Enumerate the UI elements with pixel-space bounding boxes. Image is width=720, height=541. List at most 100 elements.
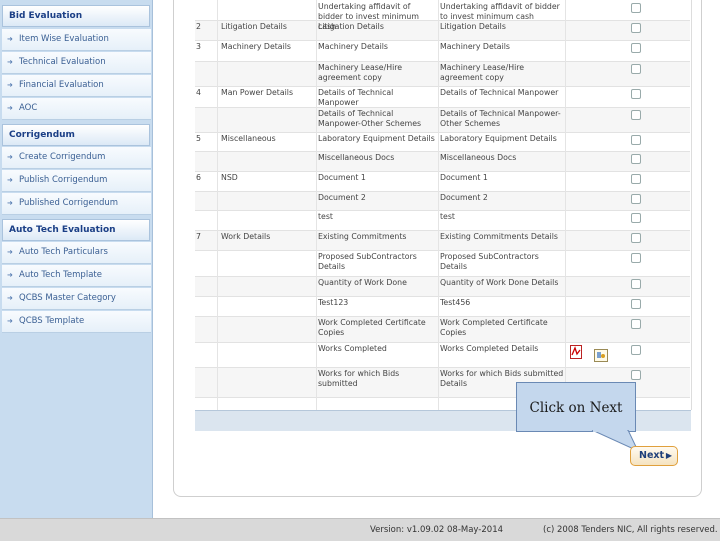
menu-label: Create Corrigendum	[19, 152, 106, 162]
row-checkbox[interactable]	[631, 64, 641, 74]
cell-document: Work Completed Certificate Copies	[318, 318, 426, 337]
documents-table: Works for which Bids submitted Works for …	[195, 0, 692, 410]
menu-label: Published Corrigendum	[19, 198, 119, 208]
column-separator	[565, 0, 566, 410]
cell-document: Machinery Details	[318, 42, 388, 51]
table-row: Work Completed Certificate Copies Work Co…	[195, 316, 690, 343]
cell-details: Miscellaneous Docs	[440, 153, 517, 162]
cell-document: Test123	[318, 298, 349, 307]
cell-category: NSD	[221, 173, 238, 182]
arrow-right-icon: ➜	[7, 81, 13, 89]
cell-document: Proposed SubContractors Details	[318, 252, 417, 271]
menu-label: Financial Evaluation	[19, 80, 104, 90]
menu-label: Auto Tech Template	[19, 270, 102, 280]
row-checkbox[interactable]	[631, 110, 641, 120]
arrow-right-icon: ➜	[7, 176, 13, 184]
cell-document: Quantity of Work Done	[318, 278, 407, 287]
menu-publish-corrigendum[interactable]: ➜ Publish Corrigendum	[2, 170, 151, 192]
menu-label: Publish Corrigendum	[19, 175, 108, 185]
arrow-right-icon: ➜	[7, 104, 13, 112]
section-corrigendum[interactable]: Corrigendum	[2, 124, 150, 146]
row-checkbox[interactable]	[631, 154, 641, 164]
menu-create-corrigendum[interactable]: ➜ Create Corrigendum	[2, 147, 151, 169]
column-separator	[438, 0, 439, 410]
table-row: Proposed SubContractors Details Proposed …	[195, 250, 690, 277]
cell-details: Proposed SubContractors Details	[440, 252, 539, 271]
cell-details: Laboratory Equipment Details	[440, 134, 557, 143]
menu-financial-evaluation[interactable]: ➜ Financial Evaluation	[2, 75, 151, 97]
row-checkbox[interactable]	[631, 194, 641, 204]
table-row: test test	[195, 210, 690, 231]
arrow-right-icon: ➜	[7, 294, 13, 302]
row-checkbox[interactable]	[631, 233, 641, 243]
arrow-right-icon: ➜	[7, 199, 13, 207]
pdf-icon[interactable]	[570, 345, 582, 359]
table-row: Details of Technical Manpower-Other Sche…	[195, 107, 690, 133]
cell-sn: 3	[196, 42, 201, 51]
menu-label: Technical Evaluation	[19, 57, 106, 67]
row-checkbox[interactable]	[631, 174, 641, 184]
cell-document: Undertaking affidavit of bidder to inves…	[318, 2, 419, 31]
cell-category: Machinery Details	[221, 42, 291, 51]
cell-details: Work Completed Certificate Copies	[440, 318, 548, 337]
table-row: 5 Miscellaneous Laboratory Equipment Detai…	[195, 132, 690, 152]
table-row: Miscellaneous Docs Miscellaneous Docs	[195, 151, 690, 172]
next-button[interactable]: Next ▶	[630, 446, 678, 466]
menu-aoc[interactable]: ➜ AOC	[2, 98, 151, 120]
cell-document: Document 2	[318, 193, 366, 202]
attachment-icon[interactable]	[594, 349, 608, 362]
cell-details: Details of Technical Manpower-Other Sche…	[440, 109, 561, 128]
cell-document: Miscellaneous Docs	[318, 153, 395, 162]
arrow-right-icon: ➜	[7, 248, 13, 256]
row-checkbox[interactable]	[631, 43, 641, 53]
row-checkbox[interactable]	[631, 135, 641, 145]
table-row: 6 NSD Document 1 Document 1	[195, 171, 690, 192]
cell-details: Test456	[440, 298, 471, 307]
arrow-right-icon: ➜	[7, 153, 13, 161]
cell-sn: 5	[196, 134, 201, 143]
click-next-callout: Click on Next	[516, 382, 636, 432]
menu-qcbs-master-category[interactable]: ➜ QCBS Master Category	[2, 288, 151, 310]
row-checkbox[interactable]	[631, 299, 641, 309]
section-auto-tech-evaluation[interactable]: Auto Tech Evaluation	[2, 219, 150, 241]
cell-details: Undertaking affidavit of bidder to inves…	[440, 2, 560, 21]
menu-published-corrigendum[interactable]: ➜ Published Corrigendum	[2, 193, 151, 215]
menu-label: AOC	[19, 103, 38, 113]
row-checkbox[interactable]	[631, 279, 641, 289]
menu-qcbs-template[interactable]: ➜ QCBS Template	[2, 311, 151, 333]
menu-item-wise-evaluation[interactable]: ➜ Item Wise Evaluation	[2, 29, 151, 51]
table-row: Quantity of Work Done Quantity of Work Do…	[195, 276, 690, 297]
table-row: 2 Litigation Details Litigation Details Lit…	[195, 20, 690, 41]
arrow-right-icon: ➜	[7, 271, 13, 279]
cell-sn: 7	[196, 232, 201, 241]
cell-details: Document 1	[440, 173, 488, 182]
menu-auto-tech-particulars[interactable]: ➜ Auto Tech Particulars	[2, 242, 151, 264]
cell-document: Details of Technical Manpower-Other Sche…	[318, 109, 422, 128]
row-checkbox[interactable]	[631, 89, 641, 99]
menu-technical-evaluation[interactable]: ➜ Technical Evaluation	[2, 52, 151, 74]
footer: Version: v1.09.02 08-May-2014 (c) 2008 T…	[0, 518, 720, 541]
row-checkbox[interactable]	[631, 253, 641, 263]
cell-details: Works Completed Details	[440, 344, 539, 353]
table-row: 4 Man Power Details Details of Technical M…	[195, 86, 690, 108]
arrow-right-icon: ➜	[7, 317, 13, 325]
cell-sn: 6	[196, 173, 201, 182]
cell-document: Laboratory Equipment Details	[318, 134, 435, 143]
section-bid-evaluation[interactable]: Bid Evaluation	[2, 5, 150, 27]
version-text: Version: v1.09.02 08-May-2014	[370, 525, 504, 535]
cell-sn: 4	[196, 88, 201, 97]
sidebar: Bid Evaluation ➜ Item Wise Evaluation ➜ Te…	[0, 0, 153, 518]
row-checkbox[interactable]	[631, 370, 641, 380]
cell-document: Document 1	[318, 173, 366, 182]
row-checkbox[interactable]	[631, 23, 641, 33]
row-checkbox[interactable]	[631, 319, 641, 329]
cell-category: Litigation Details	[221, 22, 287, 31]
cell-details: Machinery Lease/Hire agreement copy	[440, 63, 525, 82]
menu-label: QCBS Master Category	[19, 293, 116, 303]
row-checkbox[interactable]	[631, 213, 641, 223]
row-checkbox[interactable]	[631, 3, 641, 13]
menu-label: QCBS Template	[19, 316, 85, 326]
menu-auto-tech-template[interactable]: ➜ Auto Tech Template	[2, 265, 151, 287]
row-checkbox[interactable]	[631, 345, 641, 355]
menu-label: Item Wise Evaluation	[19, 34, 109, 44]
